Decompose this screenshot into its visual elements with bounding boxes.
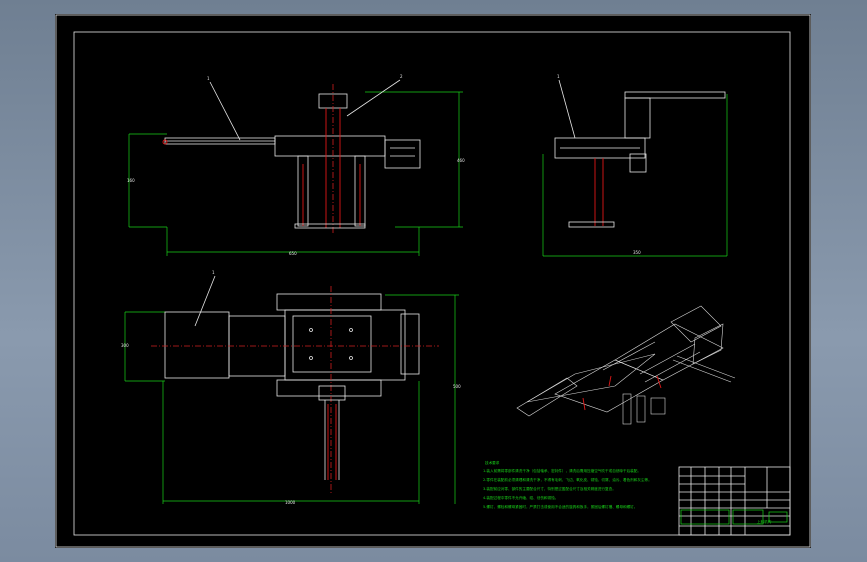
note-4: 4.装配过程中零件不允许磕、碰、划伤和锈蚀。 xyxy=(483,495,558,500)
balloon-2-front: 2 xyxy=(400,74,403,79)
front-view: 160 650 460 1 2 xyxy=(127,74,465,256)
svg-text:650: 650 xyxy=(289,251,297,256)
note-5: 5.螺钉、螺栓和螺母紧固时，严禁打击或使用不合适的旋具和扳手，紧固后螺钉槽、螺母… xyxy=(483,504,637,509)
svg-text:500: 500 xyxy=(453,384,461,389)
isometric-view xyxy=(516,305,736,425)
side-view: 350 1 xyxy=(542,74,728,257)
note-3: 3.装配前应对零、部件的主要配合尺寸，特别是过盈配合尺寸及相关精度进行复查。 xyxy=(483,486,616,491)
note-1: 1.装入前需将零部件清洗干净（包括轴承、密封件），清洗后需用压缩空气吹干或自然晾… xyxy=(483,468,641,473)
inner-frame xyxy=(73,31,791,536)
svg-text:350: 350 xyxy=(633,250,641,255)
svg-text:1000: 1000 xyxy=(285,500,296,505)
title-block-name: 上料机构 xyxy=(757,519,772,524)
notes-heading: 技术要求 xyxy=(485,460,500,465)
drawing-sheet: 160 650 460 1 2 350 1 1000 300 500 1 技术要… xyxy=(55,14,811,548)
balloon-1-plan: 1 xyxy=(212,270,215,275)
svg-text:160: 160 xyxy=(127,178,135,183)
svg-text:300: 300 xyxy=(121,343,129,348)
balloon-1-front: 1 xyxy=(207,76,210,81)
plan-view: 1000 300 500 1 xyxy=(121,270,461,505)
cad-drawing-viewport[interactable]: 160 650 460 1 2 350 1 1000 300 500 1 技术要… xyxy=(55,14,811,548)
balloon-1-side: 1 xyxy=(557,74,560,79)
title-block: 上料机构 xyxy=(678,466,791,536)
svg-text:460: 460 xyxy=(457,158,465,163)
technical-notes: 技术要求 1.装入前需将零部件清洗干净（包括轴承、密封件），清洗后需用压缩空气吹… xyxy=(483,460,652,509)
note-2: 2.零件在装配前必须清理和清洗干净，不得有毛刺、飞边、氧化皮、锈蚀、切屑、油污、… xyxy=(483,477,652,482)
